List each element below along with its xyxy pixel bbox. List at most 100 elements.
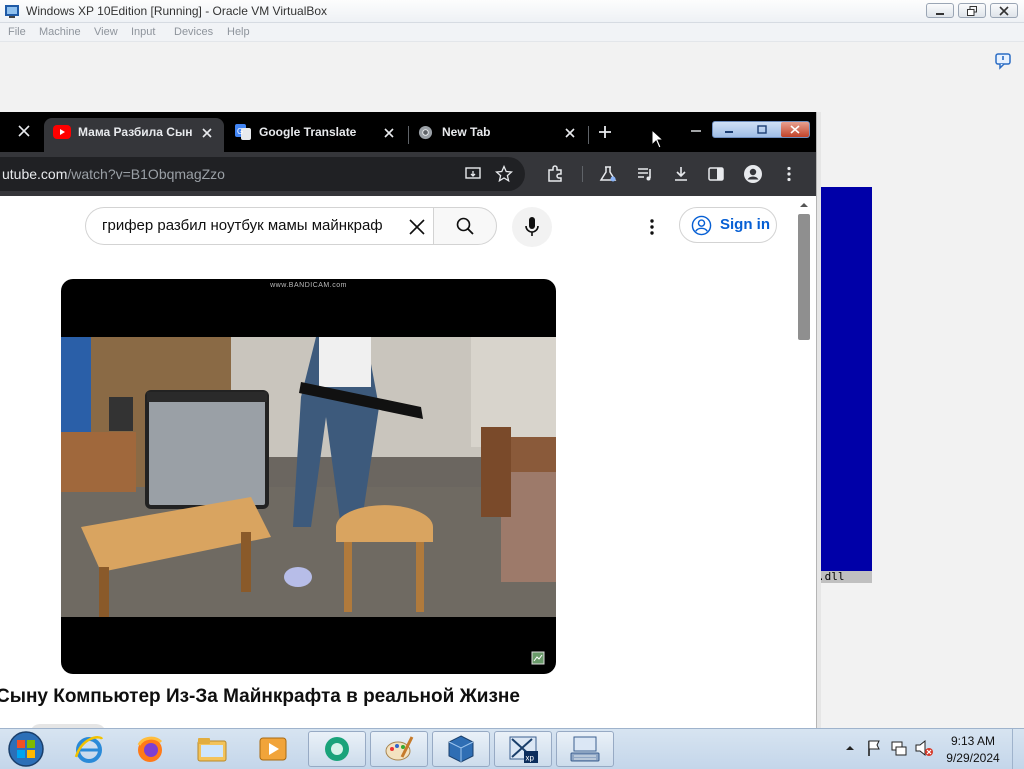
tab-close-icon[interactable] [382, 126, 396, 140]
chrome-remote-icon [325, 737, 349, 761]
chrome-icon [418, 125, 433, 140]
new-tab-plus-icon[interactable] [598, 125, 612, 139]
tab-close-icon[interactable] [563, 126, 577, 140]
voice-search-button[interactable] [512, 207, 552, 247]
search-query-text: грифер разбил ноутбук мамы майнкраф [102, 217, 383, 234]
svg-text:G: G [237, 127, 243, 136]
menu-help[interactable]: Help [227, 26, 250, 38]
network-icon[interactable] [890, 739, 908, 757]
restore-icon [967, 6, 977, 16]
xp-minimize-icon[interactable] [723, 125, 737, 135]
tab-title: New Tab [442, 125, 491, 139]
scrollbar-thumb[interactable] [798, 214, 810, 340]
xp-close-button[interactable] [781, 122, 809, 137]
side-panel-icon[interactable] [706, 164, 726, 184]
bookmark-star-icon[interactable] [495, 165, 513, 183]
window-title: Windows XP 10Edition [Running] - Oracle … [26, 4, 328, 18]
tab-youtube-video[interactable]: Мама Разбила Сын [44, 118, 224, 152]
internet-explorer-icon[interactable] [72, 733, 106, 765]
chrome-menu-icon[interactable] [779, 164, 799, 184]
taskbar-button-keyboard[interactable] [556, 731, 614, 767]
firefox-icon[interactable] [133, 733, 167, 765]
tab-google-translate[interactable]: G Google Translate [226, 118, 406, 152]
media-player-icon[interactable] [256, 733, 290, 765]
action-center-flag-icon[interactable] [866, 739, 882, 757]
xp-caption-buttons [712, 121, 810, 138]
tab-close-icon[interactable] [200, 126, 214, 140]
clock-date[interactable]: 9/29/2024 [944, 751, 1002, 765]
restore-button[interactable] [958, 3, 986, 18]
virtualbox-icon [5, 5, 19, 18]
minimize-icon [936, 13, 944, 15]
minimize-button[interactable] [926, 3, 954, 18]
sign-in-button[interactable]: Sign in [679, 207, 777, 243]
video-title: Сыну Компьютер Из-За Майнкрафта в реальн… [0, 686, 520, 707]
sign-in-label: Sign in [720, 216, 770, 233]
keyboard-app-icon [570, 736, 600, 762]
tab-strip: Мама Разбила Сын G Google Translate New … [0, 112, 816, 152]
taskbar-button-xp[interactable]: xp [494, 731, 552, 767]
url-text[interactable]: utube.com/watch?v=B1ObqmagZzo [2, 166, 225, 182]
menu-machine[interactable]: Machine [39, 26, 81, 38]
video-watermark: www.BANDICAM.com [270, 282, 347, 289]
microphone-icon [525, 217, 539, 236]
install-app-icon[interactable] [464, 165, 482, 183]
address-bar[interactable]: utube.com/watch?v=B1ObqmagZzo [0, 157, 525, 191]
show-hidden-icons-arrow[interactable] [845, 743, 855, 753]
start-orb-icon[interactable] [6, 730, 46, 768]
extensions-icon[interactable] [545, 164, 565, 184]
labs-flask-icon[interactable] [598, 164, 618, 184]
chrome-window-edge [816, 112, 821, 728]
media-control-icon[interactable] [635, 164, 655, 184]
menu-input[interactable]: Input [131, 26, 155, 38]
video-player[interactable]: www.BANDICAM.com [61, 279, 556, 674]
console-status-bar: .dll [818, 571, 872, 583]
more-options-icon[interactable] [642, 216, 662, 238]
volume-muted-icon[interactable] [914, 738, 934, 758]
menu-devices[interactable]: Devices [174, 26, 213, 38]
menu-view[interactable]: View [94, 26, 118, 38]
url-host: utube.com [2, 166, 68, 182]
vbox-titlebar: Windows XP 10Edition [Running] - Oracle … [0, 0, 1024, 23]
taskbar-button-paint[interactable] [370, 731, 428, 767]
taskbar: xp 9:13 AM 9/29/2024 [0, 728, 1024, 769]
clock-time[interactable]: 9:13 AM [944, 734, 1002, 748]
chrome-window: Мама Разбила Сын G Google Translate New … [0, 112, 816, 728]
toolbar-separator [582, 166, 583, 182]
chrome-minimize-icon[interactable] [689, 124, 703, 138]
google-translate-icon: G [235, 124, 251, 140]
close-icon [790, 125, 800, 134]
taskbar-button-remote[interactable] [308, 731, 366, 767]
url-path: /watch?v=B1ObqmagZzo [67, 166, 225, 182]
search-button[interactable] [433, 207, 497, 245]
download-icon[interactable] [671, 164, 691, 184]
video-frame [61, 337, 556, 617]
background-console-window [818, 187, 872, 571]
show-desktop-button[interactable] [1012, 729, 1024, 769]
clear-search-icon[interactable] [407, 217, 427, 237]
tab-separator [408, 126, 409, 144]
search-input[interactable]: грифер разбил ноутбук мамы майнкраф [85, 207, 434, 245]
taskbar-button-virtualbox[interactable] [432, 731, 490, 767]
tab-title: Google Translate [259, 125, 357, 139]
svg-text:xp: xp [526, 754, 535, 763]
chrome-toolbar: utube.com/watch?v=B1ObqmagZzo [0, 152, 816, 196]
close-icon [999, 6, 1009, 16]
menu-file[interactable]: File [8, 26, 26, 38]
feedback-icon[interactable] [994, 52, 1012, 70]
close-button[interactable] [990, 3, 1018, 18]
windows-xp-icon: xp [509, 736, 538, 763]
scroll-up-arrow-icon[interactable] [798, 200, 810, 210]
search-icon [456, 217, 474, 235]
tab-close-icon[interactable] [18, 125, 30, 137]
tab-new-tab[interactable]: New Tab [410, 118, 590, 152]
xp-restore-icon[interactable] [755, 124, 769, 136]
vbox-menubar: File Machine View Input Devices Help [0, 23, 1024, 42]
tab-title: Мама Разбила Сын [78, 125, 192, 139]
mouse-cursor-icon [651, 129, 663, 149]
youtube-icon [53, 125, 71, 139]
profile-avatar-icon[interactable] [743, 164, 763, 184]
file-explorer-icon[interactable] [195, 733, 229, 765]
video-settings-icon[interactable] [531, 651, 545, 665]
account-icon [691, 215, 712, 236]
